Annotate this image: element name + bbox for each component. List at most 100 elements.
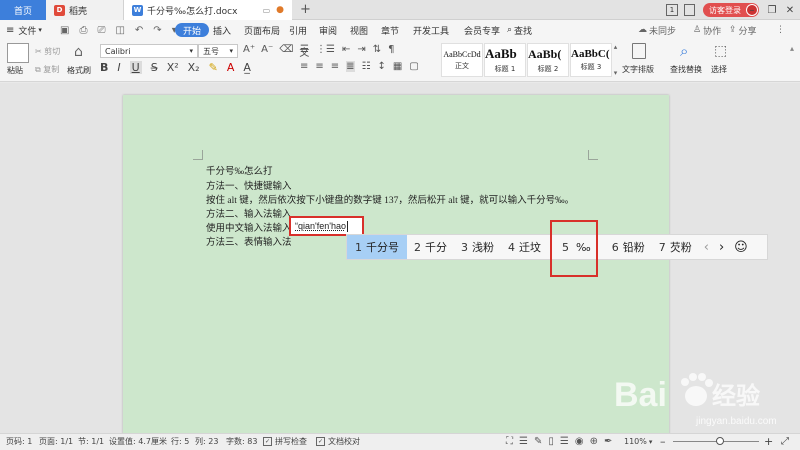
- close-icon[interactable]: ✕: [780, 0, 800, 20]
- emoji-icon[interactable]: ☺: [729, 235, 753, 259]
- align-justify-icon[interactable]: ≣: [346, 61, 355, 72]
- doc-check-button[interactable]: ✓ 文档校对: [316, 433, 360, 450]
- status-word-count[interactable]: 字数: 83: [226, 433, 257, 450]
- clear-format-icon[interactable]: ⌫: [279, 44, 293, 59]
- select-button[interactable]: 选择: [711, 64, 727, 75]
- spell-check-button[interactable]: ✓ 拼写检查: [263, 433, 307, 450]
- numbering-icon[interactable]: ⋮☰: [316, 44, 335, 55]
- ime-candidate-3[interactable]: 3 浅粉: [454, 235, 501, 259]
- tab-daoke[interactable]: D 稻壳: [46, 0, 124, 20]
- ime-candidate-6[interactable]: 6 铅粉: [605, 235, 652, 259]
- italic-button[interactable]: I: [117, 61, 120, 74]
- ime-candidate-1[interactable]: 1 千分号: [347, 235, 407, 259]
- subscript-icon[interactable]: X₂: [188, 61, 200, 74]
- file-menu[interactable]: ≡ 文件 ▾: [6, 20, 42, 40]
- style-normal[interactable]: AaBbCcDd 正文: [441, 43, 483, 77]
- select-icon[interactable]: ⬚: [714, 43, 727, 59]
- style-heading-2[interactable]: AaBb( 标题 2: [527, 43, 569, 77]
- tab-member[interactable]: 会员专享: [464, 20, 500, 40]
- increase-font-icon[interactable]: A⁺: [243, 44, 255, 59]
- show-marks-icon[interactable]: ¶: [388, 44, 394, 55]
- tab-start[interactable]: 开始: [175, 23, 210, 37]
- bold-button[interactable]: B: [100, 61, 108, 74]
- edit-icon[interactable]: ✎: [534, 436, 542, 447]
- align-right-icon[interactable]: ≡: [331, 61, 339, 72]
- ime-next-page-icon[interactable]: ›: [714, 235, 729, 259]
- outline-icon[interactable]: ☰: [519, 436, 528, 447]
- ime-prev-page-icon[interactable]: ‹: [699, 235, 714, 259]
- text-layout-icon[interactable]: [632, 43, 646, 59]
- outdent-icon[interactable]: ⇤: [342, 44, 350, 55]
- status-position[interactable]: 设置值: 4.7厘米: [109, 433, 167, 450]
- layout-icon[interactable]: [684, 4, 695, 16]
- export-pdf-icon[interactable]: ⎙: [79, 25, 87, 36]
- save-icon[interactable]: ▣: [60, 25, 69, 36]
- minimize-icon[interactable]: –: [742, 0, 762, 20]
- font-size-select[interactable]: 五号 ▾: [198, 44, 238, 58]
- undo-icon[interactable]: ↶: [135, 25, 143, 36]
- search-command[interactable]: ⌕ 查找: [507, 20, 532, 40]
- distribute-icon[interactable]: ☷: [362, 61, 371, 72]
- fullscreen-icon[interactable]: ⛶: [506, 436, 513, 447]
- format-painter-icon[interactable]: ⌂: [74, 44, 83, 60]
- shading-icon[interactable]: ▦: [393, 61, 402, 72]
- print-icon[interactable]: ⎚: [97, 25, 105, 36]
- sort-icon[interactable]: ⇅: [373, 44, 381, 55]
- find-replace-button[interactable]: 查找替换: [670, 64, 702, 75]
- text-layout-button[interactable]: 文字排版: [622, 64, 654, 75]
- more-options-icon[interactable]: ⋮: [776, 20, 785, 40]
- status-page[interactable]: 页面: 1/1: [39, 433, 73, 450]
- find-replace-icon[interactable]: ⌕: [680, 42, 688, 60]
- tab-view[interactable]: 视图: [350, 20, 368, 40]
- copy-button[interactable]: ⧉ 复制: [35, 64, 59, 75]
- align-left-icon[interactable]: ≡: [300, 61, 308, 72]
- collapse-ribbon-icon[interactable]: ▴: [790, 44, 794, 53]
- indent-icon[interactable]: ⇥: [357, 44, 365, 55]
- status-column[interactable]: 列: 23: [195, 433, 218, 450]
- tab-insert[interactable]: 插入: [213, 20, 231, 40]
- fit-page-icon[interactable]: ⤢: [781, 433, 789, 450]
- new-tab-button[interactable]: +: [300, 2, 311, 17]
- restore-icon[interactable]: ❐: [762, 0, 782, 20]
- tab-references[interactable]: 引用: [289, 20, 307, 40]
- status-section[interactable]: 节: 1/1: [78, 433, 104, 450]
- ime-candidate-4[interactable]: 4 迁坟: [501, 235, 548, 259]
- paste-button[interactable]: 粘贴: [7, 65, 23, 76]
- line-spacing-icon[interactable]: ↕: [378, 61, 386, 72]
- write-mode-icon[interactable]: ✒: [604, 436, 612, 447]
- tab-document[interactable]: W 千分号‰怎么打.docx ▭ ●: [124, 0, 292, 20]
- redo-icon[interactable]: ↷: [153, 25, 161, 36]
- sync-count-badge[interactable]: 1: [666, 4, 678, 16]
- status-row[interactable]: 行: 5: [171, 433, 189, 450]
- tab-chapter[interactable]: 章节: [381, 20, 399, 40]
- char-border-icon[interactable]: A̲: [243, 61, 251, 74]
- tab-review[interactable]: 审阅: [319, 20, 337, 40]
- web-view-icon[interactable]: ⊕: [590, 436, 598, 447]
- align-center-icon[interactable]: ≡: [315, 61, 323, 72]
- status-page-number[interactable]: 页码: 1: [6, 433, 32, 450]
- monitor-icon[interactable]: ▭: [263, 6, 271, 15]
- superscript-icon[interactable]: X²: [167, 61, 179, 74]
- font-color-icon[interactable]: A: [227, 61, 235, 74]
- style-heading-1[interactable]: AaBb 标题 1: [484, 43, 526, 77]
- tab-page-layout[interactable]: 页面布局: [244, 20, 280, 40]
- eye-icon[interactable]: ◉: [575, 436, 584, 447]
- read-view-icon[interactable]: ☰: [560, 436, 569, 447]
- zoom-level[interactable]: 110% ▾: [624, 433, 652, 450]
- bullets-icon[interactable]: ☰: [300, 44, 309, 55]
- share-button[interactable]: ⇪ 分享: [729, 20, 757, 40]
- unsync-status[interactable]: ☁ 未同步: [638, 20, 676, 40]
- cut-button[interactable]: ✂ 剪切: [35, 46, 60, 57]
- strikethrough-icon[interactable]: S̶: [151, 61, 158, 74]
- format-painter-button[interactable]: 格式刷: [67, 65, 91, 76]
- decrease-font-icon[interactable]: A⁻: [261, 44, 273, 59]
- ime-composition-box[interactable]: “qian'fen'hao: [289, 216, 364, 236]
- borders-icon[interactable]: ▢: [409, 61, 418, 72]
- font-family-select[interactable]: Calibri ▾: [100, 44, 198, 58]
- styles-scroll[interactable]: ▴ ▾: [612, 43, 619, 77]
- zoom-in-button[interactable]: +: [764, 433, 773, 450]
- ime-candidate-7[interactable]: 7 芡粉: [652, 235, 699, 259]
- collab-button[interactable]: ♙ 协作: [693, 20, 721, 40]
- preview-icon[interactable]: ◫: [115, 25, 124, 36]
- paste-icon[interactable]: [7, 43, 29, 63]
